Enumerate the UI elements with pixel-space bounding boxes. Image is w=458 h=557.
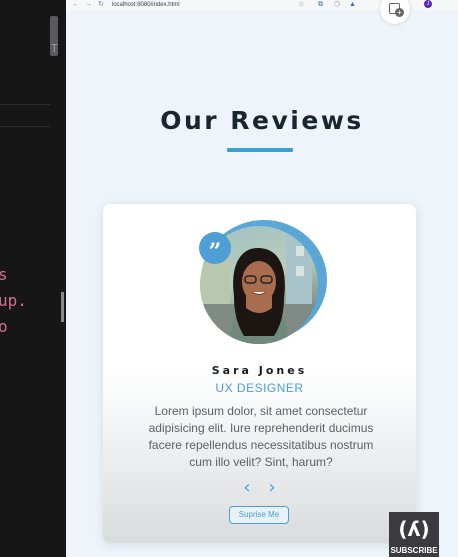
subscribe-label: SUBSCRIBE	[390, 546, 438, 555]
reload-button[interactable]: ↻	[98, 0, 104, 10]
chevron-left-icon[interactable]: ‹	[243, 477, 250, 498]
review-card: ” Sara Jones UX DESIGNER Lorem ipsum dol…	[103, 204, 416, 543]
translate-icon[interactable]: ⧉	[318, 0, 323, 10]
freecodecamp-logo-icon: (ʎ)	[398, 517, 430, 541]
review-navigation: ‹ ›	[103, 477, 416, 498]
editor-divider	[0, 126, 50, 127]
plus-icon: +	[395, 8, 404, 17]
drive-icon[interactable]: ▲	[349, 0, 356, 10]
scroll-marker: T	[51, 42, 58, 55]
browser-window: ← → ↻ localhost:8080/index.html ☆ ⧉ ⬡ ▲ …	[66, 0, 458, 557]
code-line: s	[0, 265, 8, 284]
quote-icon: ”	[199, 232, 231, 265]
back-button[interactable]: ←	[72, 0, 79, 10]
code-line: o	[0, 317, 8, 336]
screen: T s up. o ← → ↻ localhost:8080/index.htm…	[0, 0, 458, 557]
extension-popup-icon[interactable]: +	[380, 0, 410, 24]
reviewer-name: Sara Jones	[211, 364, 308, 377]
code-editor-panel: T s up. o	[0, 0, 66, 557]
chevron-right-icon[interactable]: ›	[268, 477, 275, 498]
url-text[interactable]: localhost:8080/index.html	[112, 0, 180, 10]
editor-scroll-handle[interactable]	[61, 292, 64, 322]
review-text: Lorem ipsum dolor, sit amet consectetur …	[148, 404, 374, 469]
forward-button[interactable]: →	[85, 0, 92, 10]
page-title: Our Reviews	[160, 106, 364, 135]
extension-icon[interactable]: ⬡	[334, 0, 340, 10]
editor-divider	[0, 104, 50, 105]
reviewer-role: UX DESIGNER	[215, 381, 304, 395]
star-icon[interactable]: ☆	[298, 0, 304, 10]
editor-scrollbar[interactable]: T	[50, 16, 58, 56]
title-underline	[227, 148, 293, 152]
code-line: up.	[0, 291, 27, 310]
profile-avatar[interactable]: J	[424, 0, 432, 8]
surprise-me-button[interactable]: Suprise Me	[229, 506, 289, 524]
subscribe-overlay[interactable]: (ʎ) SUBSCRIBE	[389, 512, 439, 557]
